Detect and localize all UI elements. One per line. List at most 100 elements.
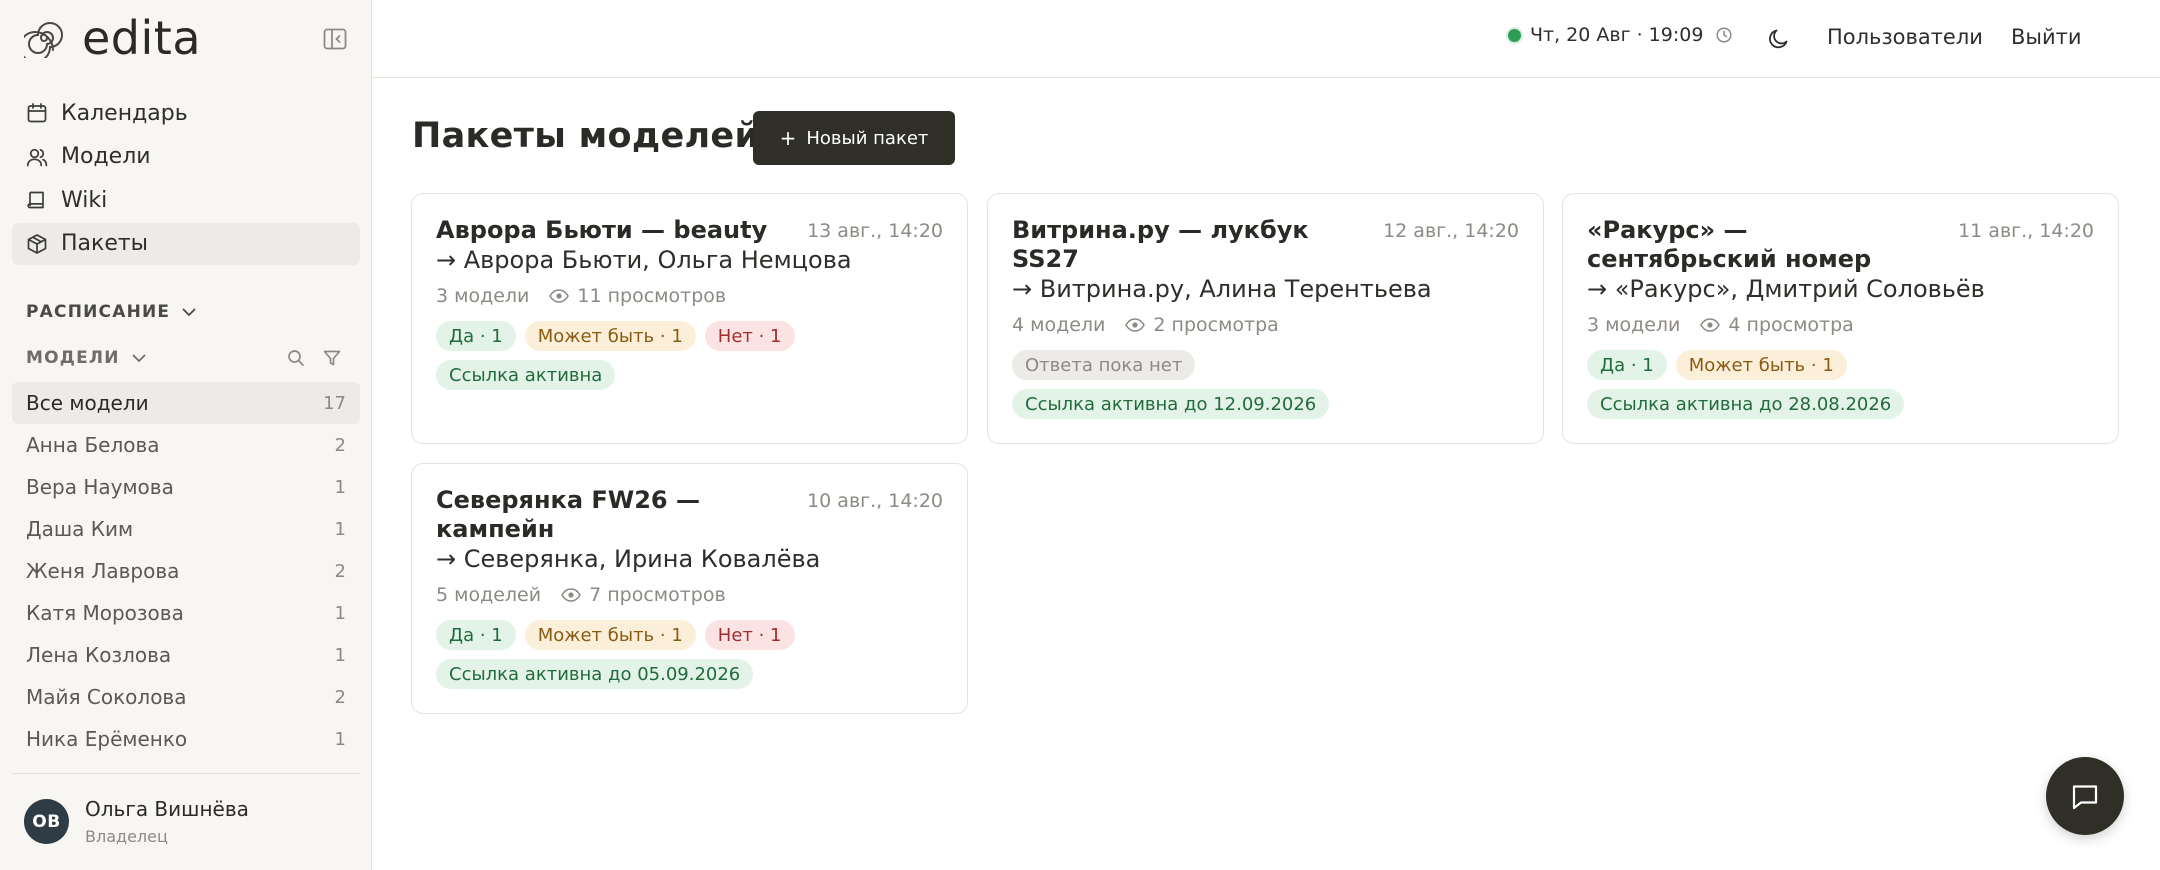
model-count: 17 (323, 392, 346, 414)
plus-icon: + (779, 126, 797, 150)
model-name: Майя Соколова (26, 685, 187, 709)
model-count: 2 (334, 434, 346, 456)
model-row[interactable]: Женя Лаврова 2 (12, 550, 360, 592)
moon-icon[interactable] (1766, 26, 1792, 52)
user-profile[interactable]: ОВ Ольга Вишнёва Владелец (24, 797, 249, 846)
models-tools (286, 348, 342, 368)
card-header: Северянка FW26 — кампейн 10 авг., 14:20 (436, 486, 943, 544)
link-status-badge: Ссылка активна до 05.09.2026 (436, 659, 754, 689)
model-row[interactable]: Даша Ким 1 (12, 508, 360, 550)
search-icon[interactable] (286, 348, 306, 368)
chip-yes: Да · 1 (1587, 350, 1667, 380)
link-status-row: Ссылка активна до 12.09.2026 (1012, 389, 1519, 419)
nav-label-models: Модели (61, 144, 151, 169)
filter-icon[interactable] (322, 348, 342, 368)
model-row[interactable]: Майя Соколова 2 (12, 676, 360, 718)
model-name: Ника Ерёменко (26, 727, 188, 751)
link-status-row: Ссылка активна до 05.09.2026 (436, 659, 943, 689)
logout-link[interactable]: Выйти (2011, 25, 2082, 49)
user-role: Владелец (85, 827, 168, 846)
datetime-text: Чт, 20 Авг · 19:09 (1530, 24, 1704, 46)
spiral-logo-icon (24, 22, 63, 58)
model-name: Женя Лаврова (26, 559, 180, 583)
chip-maybe: Может быть · 1 (524, 620, 696, 650)
chat-button[interactable] (2046, 757, 2124, 835)
eye-icon (561, 588, 581, 602)
model-name: Катя Морозова (26, 601, 184, 625)
sidebar: edita Календарь Модели Wiki Пакеты РАСПИ… (0, 0, 372, 870)
model-row[interactable]: Анна Белова 2 (12, 424, 360, 466)
sidebar-collapse-icon[interactable] (322, 26, 348, 52)
brand[interactable]: edita (24, 14, 201, 62)
app-name: edita (82, 11, 202, 65)
new-package-label: Новый пакет (806, 127, 929, 149)
users-link[interactable]: Пользователи (1827, 25, 1983, 49)
nav-item-packages[interactable]: Пакеты (12, 222, 360, 265)
status-datetime: Чт, 20 Авг · 19:09 (1508, 24, 1733, 46)
model-name: Анна Белова (26, 433, 160, 457)
chip-no: Нет · 1 (704, 620, 795, 650)
views-count: 2 просмотра (1153, 314, 1279, 336)
package-date: 11 авг., 14:20 (1958, 220, 2094, 242)
models-count: 5 моделей (436, 584, 542, 606)
package-card[interactable]: Северянка FW26 — кампейн 10 авг., 14:20 … (411, 463, 968, 714)
clock-icon (1716, 27, 1733, 43)
link-status-row: Ссылка активна до 28.08.2026 (1587, 389, 2094, 419)
chevron-down-icon (132, 354, 146, 363)
package-client: → Аврора Бьюти, Ольга Немцова (436, 246, 852, 274)
model-count: 2 (334, 686, 346, 708)
views-count: 4 просмотра (1728, 314, 1854, 336)
chip-no-response: Ответа пока нет (1012, 350, 1196, 380)
card-header: Аврора Бьюти — beauty 13 авг., 14:20 (436, 216, 943, 245)
model-row[interactable]: Лена Козлова 1 (12, 634, 360, 676)
model-count: 1 (334, 728, 346, 750)
online-status-dot (1508, 28, 1521, 42)
chat-bubble-icon (2072, 785, 2098, 810)
package-date: 10 авг., 14:20 (807, 490, 943, 512)
model-row[interactable]: Ника Ерёменко 1 (12, 718, 360, 760)
package-date: 12 авг., 14:20 (1383, 220, 1519, 242)
model-row-all[interactable]: Все модели 17 (12, 382, 360, 424)
link-status-row: Ссылка активна (436, 360, 943, 390)
models-count: 3 модели (436, 285, 530, 307)
response-chips: Да · 1 Может быть · 1 (1587, 350, 2094, 380)
nav-item-calendar[interactable]: Календарь (12, 92, 360, 134)
section-schedule-label: РАСПИСАНИЕ (26, 302, 171, 322)
package-meta: 3 модели 4 просмотра (1587, 314, 2094, 336)
nav-item-models[interactable]: Модели (12, 136, 360, 178)
models-count: 3 модели (1587, 314, 1681, 336)
card-header: «Ракурс» — сентябрьский номер 11 авг., 1… (1587, 216, 2094, 274)
users-icon (26, 148, 48, 166)
section-schedule-toggle[interactable]: РАСПИСАНИЕ (26, 302, 198, 322)
eye-icon (1700, 318, 1721, 332)
nav-item-wiki[interactable]: Wiki (12, 179, 360, 221)
book-icon (27, 191, 44, 209)
eye-icon (1125, 318, 1146, 332)
model-name: Лена Козлова (26, 643, 172, 667)
model-row[interactable]: Катя Морозова 1 (12, 592, 360, 634)
chip-no: Нет · 1 (704, 321, 795, 351)
nav-label-wiki: Wiki (61, 187, 108, 213)
chip-yes: Да · 1 (436, 620, 516, 650)
new-package-button[interactable]: + Новый пакет (753, 111, 955, 165)
package-meta: 5 моделей 7 просмотров (436, 584, 943, 606)
package-card[interactable]: «Ракурс» — сентябрьский номер 11 авг., 1… (1562, 193, 2119, 444)
model-name: Даша Ким (26, 517, 134, 541)
link-status-badge: Ссылка активна до 28.08.2026 (1587, 389, 1905, 419)
package-meta: 3 модели 11 просмотров (436, 285, 943, 307)
chip-maybe: Может быть · 1 (1675, 350, 1847, 380)
main-nav: Календарь Модели Wiki Пакеты (12, 92, 360, 266)
package-client: → Витрина.ру, Алина Терентьева (1012, 275, 1432, 303)
package-card[interactable]: Аврора Бьюти — beauty 13 авг., 14:20 → А… (411, 193, 968, 444)
user-name: Ольга Вишнёва (85, 797, 249, 821)
sidebar-divider (12, 773, 360, 774)
response-chips: Да · 1 Может быть · 1 Нет · 1 (436, 321, 943, 351)
response-chips: Да · 1 Может быть · 1 Нет · 1 (436, 620, 943, 650)
package-card[interactable]: Витрина.ру — лукбук SS27 12 авг., 14:20 … (987, 193, 1544, 444)
section-models-toggle[interactable]: МОДЕЛИ (26, 348, 148, 368)
chevron-down-icon (182, 308, 196, 317)
model-count: 2 (334, 560, 346, 582)
nav-label-calendar: Календарь (61, 100, 188, 126)
model-count: 1 (334, 644, 346, 666)
model-row[interactable]: Вера Наумова 1 (12, 466, 360, 508)
